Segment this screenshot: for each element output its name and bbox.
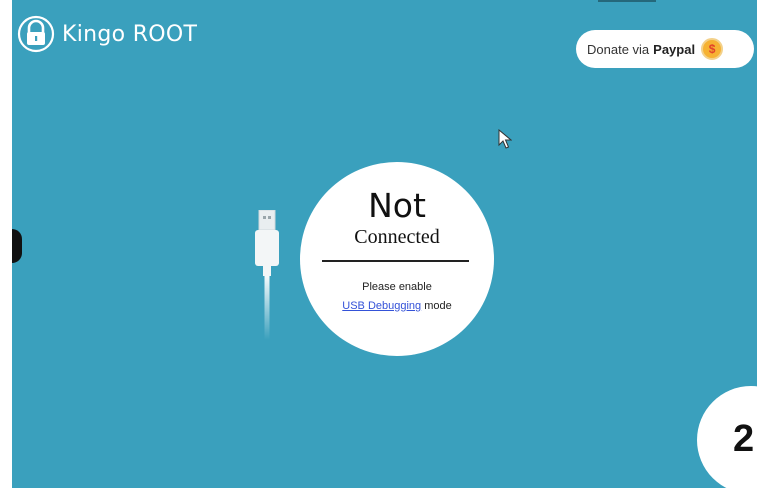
mode-text: mode	[421, 300, 452, 312]
usb-debugging-hint: USB Debugging mode	[300, 299, 494, 313]
donate-paypal-button[interactable]: Donate via Paypal $	[576, 30, 754, 68]
dollar-coin-icon: $	[701, 38, 724, 60]
side-edge-marker	[12, 229, 22, 263]
kingo-root-window: Kingo ROOT Donate via Paypal $ Not Conne…	[12, 0, 757, 488]
paypal-label: Paypal	[653, 41, 696, 57]
screenshot-stage: Kingo ROOT Donate via Paypal $ Not Conne…	[0, 0, 759, 501]
step-number: 2	[733, 418, 755, 460]
usb-debugging-link[interactable]: USB Debugging	[342, 300, 421, 312]
app-brand: Kingo ROOT	[16, 12, 197, 56]
status-divider	[322, 260, 469, 262]
brand-name: Kingo ROOT	[62, 21, 198, 47]
status-title: Not	[368, 186, 426, 225]
mouse-pointer-icon	[498, 129, 512, 149]
connection-status-panel: Not Connected Please enable USB Debuggin…	[300, 162, 494, 356]
usb-cable-icon	[255, 210, 279, 340]
enable-hint-text: Please enable	[362, 281, 432, 293]
padlock-icon	[17, 15, 55, 53]
top-edge-fragment	[598, 0, 656, 8]
donate-label: Donate via	[587, 41, 650, 57]
status-subtitle: Connected	[354, 226, 440, 248]
